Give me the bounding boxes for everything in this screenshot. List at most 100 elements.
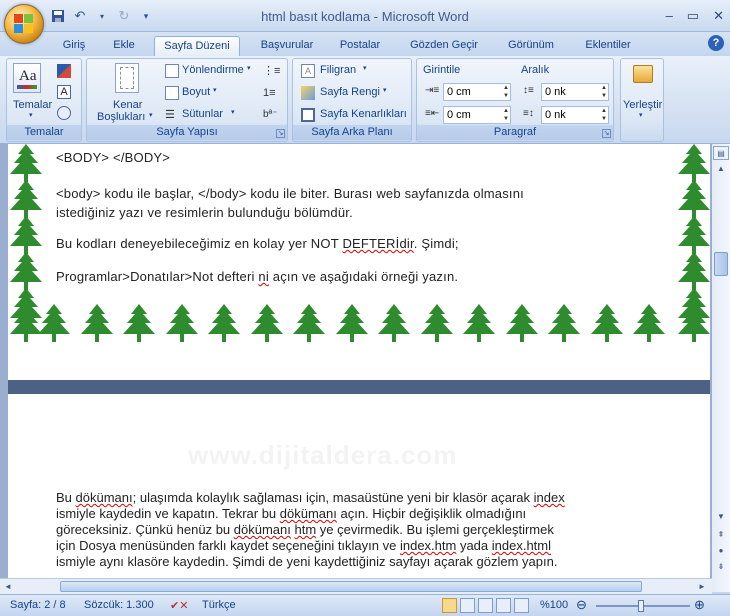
document-area[interactable]: <BODY> </BODY> <body> kodu ile başlar, <… <box>0 144 712 592</box>
proofing-icon[interactable]: ✔✕ <box>170 599 188 612</box>
tree-border-icon <box>504 304 540 342</box>
themes-dropdown-icon[interactable]: ▾ <box>29 111 33 119</box>
theme-colors-icon[interactable] <box>57 64 71 78</box>
page-setup-launcher-icon[interactable]: ↘ <box>276 129 285 138</box>
outline-view-icon[interactable] <box>496 598 511 613</box>
size-icon <box>165 86 179 100</box>
horizontal-scrollbar[interactable]: ◄ ► <box>0 578 712 594</box>
spelling-error[interactable]: DEFTERİdir <box>342 236 413 251</box>
line-numbers-icon[interactable]: 1≡ <box>263 86 277 100</box>
watermark-dropdown-icon[interactable]: ▾ <box>363 64 367 72</box>
tab-giris[interactable]: Giriş <box>52 36 96 56</box>
indent-right-spinner-icon[interactable]: ▲ ▼ <box>503 107 509 123</box>
margins-label-2[interactable]: Boşlukları <box>97 111 145 123</box>
tab-postalar[interactable]: Postalar <box>332 36 388 56</box>
scroll-left-icon[interactable]: ◄ <box>2 580 14 594</box>
close-button[interactable]: ✕ <box>713 8 724 24</box>
next-page-icon[interactable]: ⇟ <box>713 560 729 574</box>
watermark-button[interactable]: Filigran <box>320 64 356 76</box>
page-color-dropdown-icon[interactable]: ▾ <box>383 86 387 94</box>
breaks-icon[interactable]: ⋮≡ <box>263 64 280 78</box>
margins-dropdown-icon[interactable]: ▾ <box>149 111 153 119</box>
vertical-scrollbar[interactable]: ▤ ▲ ▼ ⇞ ● ⇟ <box>712 144 730 592</box>
indent-left-spinner-icon[interactable]: ▲ ▼ <box>503 84 509 100</box>
space-before-input[interactable]: 0 nk ▲ ▼ <box>541 83 609 101</box>
scroll-right-icon[interactable]: ► <box>696 580 708 594</box>
doc-line: Bu dökümanı; ulaşımda kolaylık sağlaması… <box>56 490 565 505</box>
zoom-level[interactable]: %100 <box>540 599 568 611</box>
ruler-toggle-icon[interactable]: ▤ <box>713 146 729 160</box>
space-before-spinner-icon[interactable]: ▲ ▼ <box>601 84 607 100</box>
tab-basvurular[interactable]: Başvurular <box>250 36 324 56</box>
zoom-in-icon[interactable]: ⊕ <box>694 597 705 613</box>
minimize-button[interactable]: – <box>666 8 673 24</box>
tab-sayfa-duzeni[interactable]: Sayfa Düzeni <box>154 36 240 56</box>
doc-line: ismiyle kaydedin ve kapatın. Tekrar bu d… <box>56 506 527 521</box>
indent-left-input[interactable]: 0 cm ▲ ▼ <box>443 83 511 101</box>
doc-line: istediğiniz yazı ve resimlerin bulunduğu… <box>56 205 353 220</box>
arrange-icon[interactable] <box>633 65 653 83</box>
tree-border-icon <box>8 216 44 254</box>
tab-gozden-gecir[interactable]: Gözden Geçir <box>402 36 486 56</box>
word-count[interactable]: Sözcük: 1.300 <box>84 599 154 611</box>
arrange-dropdown-icon[interactable]: ▾ <box>639 111 643 119</box>
help-icon[interactable]: ? <box>708 35 724 51</box>
orientation-dropdown-icon[interactable]: ▾ <box>247 64 251 72</box>
group-sayfa-yapisi: Kenar Boşlukları ▾ Yönlendirme ▾ Boyut ▾… <box>86 58 288 142</box>
doc-line: göreceksiniz. Çünkü henüz bu dökümanı ht… <box>56 522 554 537</box>
scroll-thumb[interactable] <box>714 252 728 276</box>
doc-line: <BODY> </BODY> <box>56 150 171 165</box>
theme-fonts-icon[interactable]: A <box>57 85 71 99</box>
tree-border-icon <box>376 304 412 342</box>
tab-eklentiler[interactable]: Eklentiler <box>576 36 640 56</box>
draft-view-icon[interactable] <box>514 598 529 613</box>
previous-page-icon[interactable]: ⇞ <box>713 528 729 542</box>
tree-border-icon <box>164 304 200 342</box>
size-dropdown-icon[interactable]: ▾ <box>213 86 217 94</box>
print-layout-view-icon[interactable] <box>442 598 457 613</box>
hyphenation-icon[interactable]: bª⁻ <box>263 108 278 122</box>
paragraph-launcher-icon[interactable]: ↘ <box>602 129 611 138</box>
indent-right-icon: ≡⇤ <box>425 108 440 119</box>
theme-effects-icon[interactable] <box>57 106 71 120</box>
tree-border-icon <box>631 304 667 342</box>
page-color-button[interactable]: Sayfa Rengi <box>320 86 380 98</box>
spelling-error[interactable]: ni <box>258 269 269 284</box>
tree-border-icon <box>8 252 44 290</box>
tab-ekle[interactable]: Ekle <box>104 36 144 56</box>
page-borders-button[interactable]: Sayfa Kenarlıkları <box>320 108 407 120</box>
maximize-button[interactable]: ▭ <box>687 8 699 24</box>
zoom-slider-thumb[interactable] <box>638 600 644 612</box>
full-screen-reading-icon[interactable] <box>460 598 475 613</box>
arrange-button[interactable]: Yerleştir <box>623 99 662 111</box>
web-layout-icon[interactable] <box>478 598 493 613</box>
tab-gorunum[interactable]: Görünüm <box>500 36 562 56</box>
office-button[interactable] <box>4 4 44 44</box>
margins-label-1[interactable]: Kenar <box>113 99 142 111</box>
horizontal-scroll-thumb[interactable] <box>60 581 642 592</box>
columns-button[interactable]: Sütunlar <box>182 108 223 120</box>
space-after-input[interactable]: 0 nk ▲ ▼ <box>541 106 609 124</box>
indent-right-input[interactable]: 0 cm ▲ ▼ <box>443 106 511 124</box>
margins-icon[interactable] <box>115 63 139 93</box>
page-2[interactable]: www.dijitaldera.com Bu dökümanı; ulaşımd… <box>8 394 710 592</box>
watermark-text: www.dijitaldera.com <box>188 440 458 470</box>
page-count[interactable]: Sayfa: 2 / 8 <box>10 599 66 611</box>
tree-border-icon <box>676 216 710 254</box>
themes-icon[interactable]: Aa <box>13 63 41 93</box>
zoom-out-icon[interactable]: ⊖ <box>576 597 587 613</box>
scroll-down-icon[interactable]: ▼ <box>713 510 729 524</box>
space-after-spinner-icon[interactable]: ▲ ▼ <box>601 107 607 123</box>
scroll-up-icon[interactable]: ▲ <box>713 162 729 176</box>
tree-border-icon <box>121 304 157 342</box>
language[interactable]: Türkçe <box>202 599 236 611</box>
orientation-button[interactable]: Yönlendirme <box>182 64 244 76</box>
tree-border-icon <box>546 304 582 342</box>
themes-button[interactable]: Temalar <box>13 99 52 111</box>
tree-border-icon <box>676 252 710 290</box>
columns-dropdown-icon[interactable]: ▾ <box>231 108 235 116</box>
size-button[interactable]: Boyut <box>182 86 210 98</box>
select-browse-object-icon[interactable]: ● <box>713 544 729 558</box>
page-1[interactable]: <BODY> </BODY> <body> kodu ile başlar, <… <box>8 144 710 380</box>
group-label-sayfa-arka-plani: Sayfa Arka Planı <box>293 125 411 140</box>
